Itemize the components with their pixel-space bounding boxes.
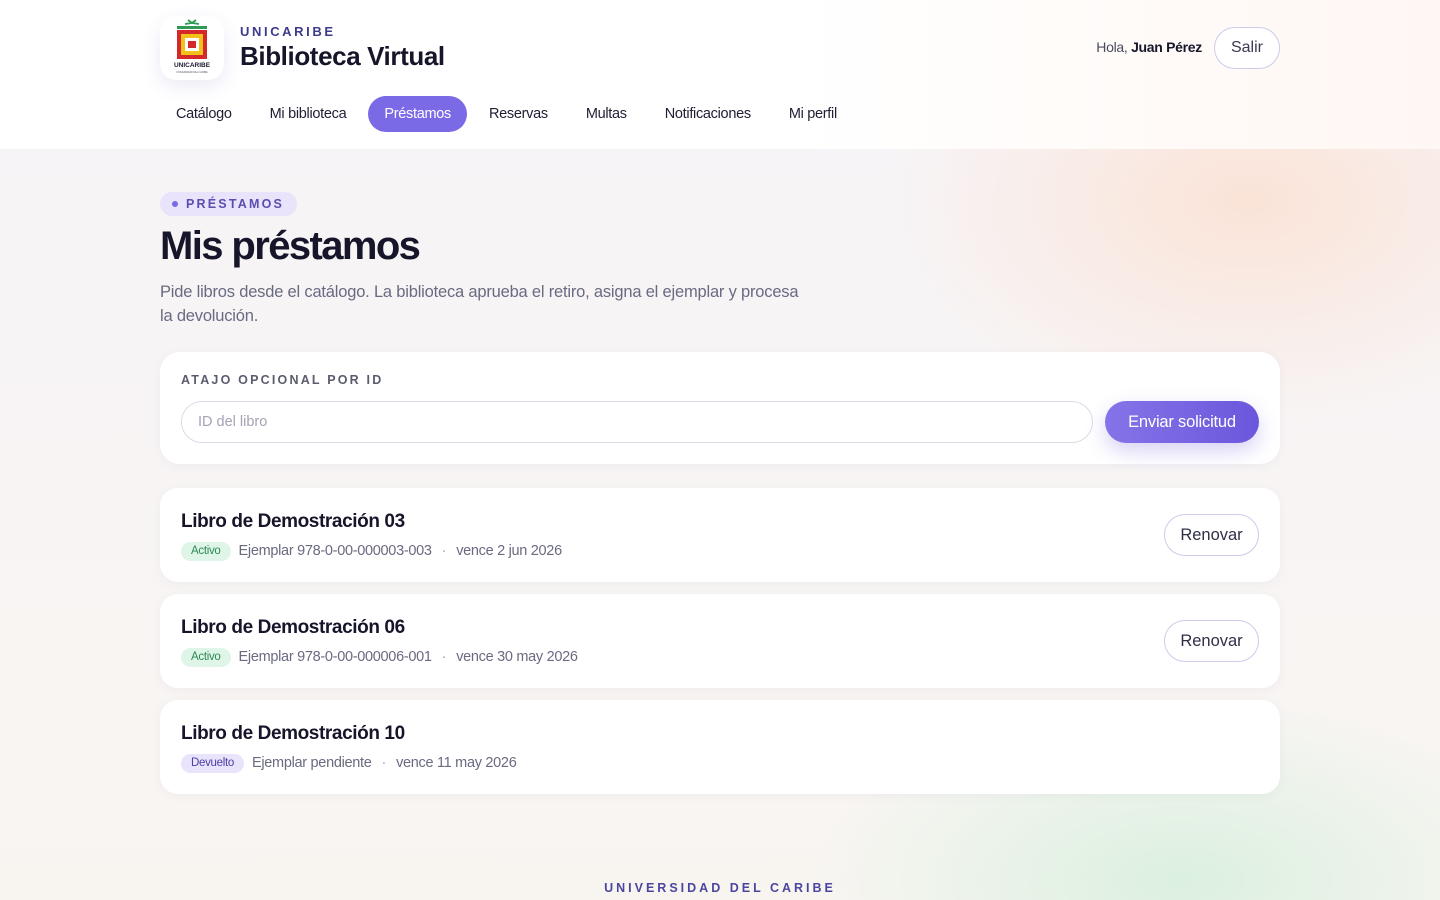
loan-meta: Activo Ejemplar 978-0-00-000003-003 · ve…	[181, 541, 562, 561]
id-shortcut-card: ATAJO OPCIONAL POR ID Enviar solicitud	[160, 352, 1280, 464]
user-name: Juan Pérez	[1131, 39, 1202, 55]
tab-multas[interactable]: Multas	[570, 96, 643, 132]
section-eyebrow-label: PRÉSTAMOS	[186, 197, 285, 211]
loan-copy: Ejemplar 978-0-00-000003-003	[238, 543, 432, 559]
loan-title: Libro de Demostración 06	[181, 617, 405, 638]
page-subtitle: Pide libros desde el catálogo. La biblio…	[160, 283, 799, 325]
main-nav: Catálogo Mi biblioteca Préstamos Reserva…	[160, 96, 859, 132]
tab-notificaciones[interactable]: Notificaciones	[649, 96, 767, 132]
logo-emblem-icon: UNICARIBE UNIVERSIDAD DEL CARIBE	[174, 19, 211, 74]
renew-button[interactable]: Renovar	[1164, 620, 1259, 662]
status-badge: Activo	[181, 541, 231, 561]
user-greeting: Hola, Juan Pérez	[1096, 39, 1202, 55]
tab-mi-perfil[interactable]: Mi perfil	[773, 96, 853, 132]
tab-reservas[interactable]: Reservas	[473, 96, 564, 132]
shortcut-label: ATAJO OPCIONAL POR ID	[181, 373, 384, 387]
loan-title: Libro de Demostración 03	[181, 511, 405, 532]
loan-card: Libro de Demostración 06 Activo Ejemplar…	[160, 594, 1280, 688]
loan-due-date: vence 2 jun 2026	[456, 543, 562, 559]
meta-separator: ·	[381, 755, 387, 771]
dot-icon	[172, 201, 178, 207]
loan-copy: Ejemplar pendiente	[252, 755, 372, 771]
loan-meta: Activo Ejemplar 978-0-00-000006-001 · ve…	[181, 647, 578, 667]
status-badge: Devuelto	[181, 753, 244, 773]
loan-due-date: vence 30 may 2026	[456, 649, 578, 665]
loan-title: Libro de Demostración 10	[181, 723, 405, 744]
loan-meta: Devuelto Ejemplar pendiente · vence 11 m…	[181, 753, 517, 773]
loan-copy: Ejemplar 978-0-00-000006-001	[238, 649, 432, 665]
logo-wordmark: UNICARIBE	[174, 62, 211, 69]
page-title: Mis préstamos	[160, 224, 421, 268]
tab-catalogo[interactable]: Catálogo	[160, 96, 248, 132]
top-header: UNICARIBE UNIVERSIDAD DEL CARIBE UNICARI…	[0, 0, 1440, 149]
loan-due-date: vence 11 may 2026	[396, 755, 517, 771]
status-badge: Activo	[181, 647, 231, 667]
unicaribe-logo[interactable]: UNICARIBE UNIVERSIDAD DEL CARIBE	[160, 16, 224, 80]
meta-separator: ·	[441, 649, 447, 665]
brand-title[interactable]: Biblioteca Virtual	[240, 41, 445, 72]
tab-mi-biblioteca[interactable]: Mi biblioteca	[254, 96, 363, 132]
renew-button[interactable]: Renovar	[1164, 514, 1259, 556]
loan-card: Libro de Demostración 10 Devuelto Ejempl…	[160, 700, 1280, 794]
footer-university: UNIVERSIDAD DEL CARIBE	[604, 881, 836, 895]
meta-separator: ·	[441, 543, 447, 559]
loan-card: Libro de Demostración 03 Activo Ejemplar…	[160, 488, 1280, 582]
send-request-button[interactable]: Enviar solicitud	[1105, 401, 1259, 443]
tab-prestamos[interactable]: Préstamos	[368, 96, 467, 132]
logo-tagline: UNIVERSIDAD DEL CARIBE	[176, 71, 208, 74]
logout-button[interactable]: Salir	[1214, 27, 1280, 69]
brand-eyebrow: UNICARIBE	[240, 24, 336, 39]
section-eyebrow-pill: PRÉSTAMOS	[160, 192, 298, 216]
book-id-input[interactable]	[181, 401, 1093, 443]
greeting-text: Hola,	[1096, 39, 1128, 55]
